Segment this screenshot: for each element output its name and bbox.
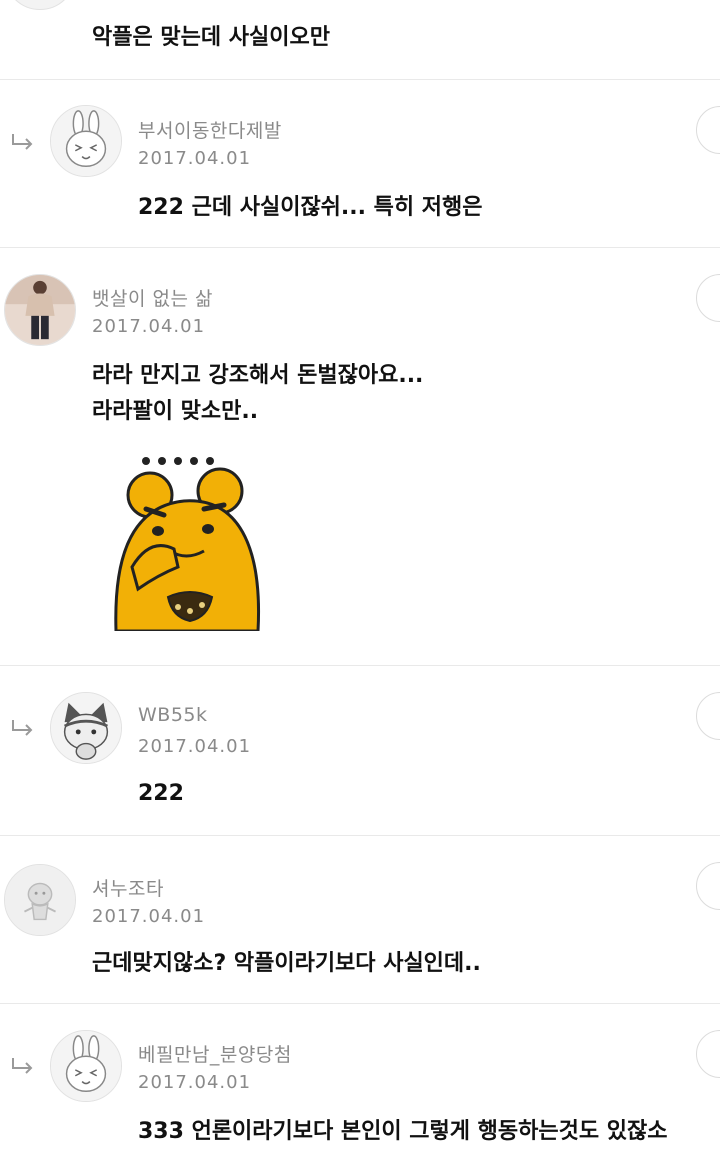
comment-text: 333 언론이라기보다 본인이 그렇게 행동하는것도 있잖소 — [138, 1119, 668, 1144]
comment-nickname[interactable]: 셔누조타 — [92, 874, 164, 901]
comment-nickname[interactable]: 베필만남_분양당첨 — [138, 1040, 292, 1067]
comment-nickname[interactable]: 뱃살이 없는 삶 — [92, 284, 213, 311]
comment-text: 근데맞지않소? 악플이라기보다 사실인데.. — [92, 951, 481, 976]
comment-date: 2017.04.01 — [138, 148, 252, 169]
comment-nickname[interactable]: 부서이동한다제발 — [138, 116, 282, 143]
more-options-button[interactable] — [696, 692, 720, 740]
more-options-button[interactable] — [696, 1030, 720, 1078]
avatar[interactable] — [4, 0, 76, 10]
more-options-button[interactable] — [696, 274, 720, 322]
comment-item: 부서이동한다제발 2017.04.01 222 근데 사실이잖쉬... 특히 저… — [0, 80, 720, 248]
comment-item: WB55k 2017.04.01 222 — [0, 666, 720, 836]
more-options-button[interactable] — [696, 862, 720, 910]
comment-date: 2017.04.01 — [92, 906, 206, 927]
comment-item: 셔누조타 2017.04.01 근데맞지않소? 악플이라기보다 사실인데.. — [0, 836, 720, 1004]
photo-avatar[interactable] — [4, 274, 76, 346]
comment-text: 222 근데 사실이잖쉬... 특히 저행은 — [138, 195, 483, 220]
reply-arrow-icon — [12, 1058, 33, 1074]
default-avatar[interactable] — [4, 864, 76, 936]
comment-text: 악플은 맞는데 사실이오만 — [92, 25, 330, 50]
comment-date: 2017.04.01 — [92, 316, 206, 337]
reply-arrow-icon — [12, 720, 33, 736]
bear-sticker — [114, 457, 261, 631]
bunny-avatar[interactable] — [50, 1030, 122, 1102]
comment-text-line: 라라팔이 맞소만.. — [92, 399, 259, 424]
comment-date: 2017.04.01 — [138, 1072, 252, 1093]
comment-text-line: 라라 만지고 강조해서 돈벌잖아요... — [92, 363, 424, 388]
bunny-avatar[interactable] — [50, 105, 122, 177]
comment-nickname[interactable]: WB55k — [138, 704, 208, 726]
comment-item: 악플은 맞는데 사실이오만 — [0, 0, 720, 80]
comment-date: 2017.04.01 — [138, 736, 252, 757]
comment-item: 베필만남_분양당첨 2017.04.01 333 언론이라기보다 본인이 그렇게… — [0, 1004, 720, 1163]
more-options-button[interactable] — [696, 106, 720, 154]
reply-arrow-icon — [12, 134, 33, 150]
cat-avatar[interactable] — [50, 692, 122, 764]
comment-text: 222 — [138, 781, 184, 806]
